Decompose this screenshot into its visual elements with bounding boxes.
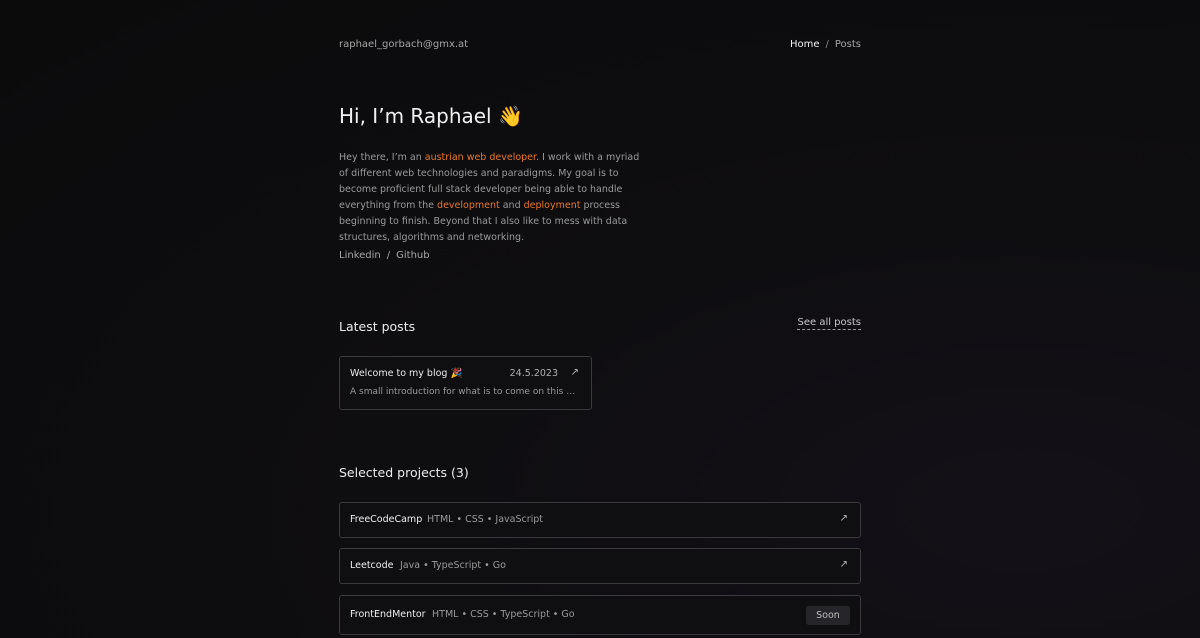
top-bar: raphael_gorbach@gmx.at Home / Posts (339, 39, 861, 53)
social-separator: / (386, 250, 391, 261)
linkedin-link[interactable]: Linkedin (339, 250, 381, 261)
project-tags: HTML • CSS • TypeScript • Go (432, 609, 575, 620)
post-title: Welcome to my blog 🎉 (350, 368, 463, 379)
bio-paragraph: Hey there, I’m an austrian web developer… (339, 150, 651, 246)
post-description: A small introduction for what is to come… (350, 387, 578, 397)
bio-highlight-development: development (437, 200, 500, 211)
project-card-freecodecamp[interactable]: FreeCodeCamp HTML • CSS • JavaScript ↗ (339, 502, 861, 538)
github-link[interactable]: Github (396, 250, 429, 261)
bio-highlight-austrian-web-developer: austrian web developer (424, 152, 537, 163)
nav-home-link[interactable]: Home (790, 39, 820, 50)
project-tags: HTML • CSS • JavaScript (427, 514, 544, 525)
latest-posts-title: Latest posts (339, 319, 416, 334)
bio-highlight-deployment: deployment (523, 200, 581, 211)
project-name: Leetcode (350, 560, 394, 571)
nav-posts-link[interactable]: Posts (835, 39, 861, 50)
nav-separator: / (825, 39, 829, 50)
arrow-up-right-icon: ↗ (839, 559, 848, 570)
projects-title: Selected projects (3) (339, 465, 469, 480)
social-links: Linkedin / Github (339, 250, 430, 261)
post-date: 24.5.2023 (509, 368, 558, 379)
arrow-up-right-icon: ↗ (839, 513, 848, 524)
project-name: FrontEndMentor (350, 609, 426, 620)
project-card-frontendmentor[interactable]: FrontEndMentor HTML • CSS • TypeScript •… (339, 595, 861, 635)
project-tags: Java • TypeScript • Go (400, 560, 506, 571)
bio-text: Hey there, I’m an (339, 152, 425, 163)
project-name: FreeCodeCamp (350, 514, 423, 525)
project-card-leetcode[interactable]: Leetcode Java • TypeScript • Go ↗ (339, 548, 861, 584)
post-card[interactable]: Welcome to my blog 🎉 24.5.2023 ↗ A small… (339, 356, 592, 410)
email-link[interactable]: raphael_gorbach@gmx.at (339, 39, 468, 50)
see-all-posts-link[interactable]: See all posts (797, 317, 861, 330)
soon-badge: Soon (806, 606, 850, 625)
main-nav: Home / Posts (790, 39, 861, 50)
bio-text: and (499, 200, 524, 211)
arrow-up-right-icon: ↗ (570, 367, 579, 378)
hero-title: Hi, I’m Raphael 👋 (339, 104, 523, 128)
